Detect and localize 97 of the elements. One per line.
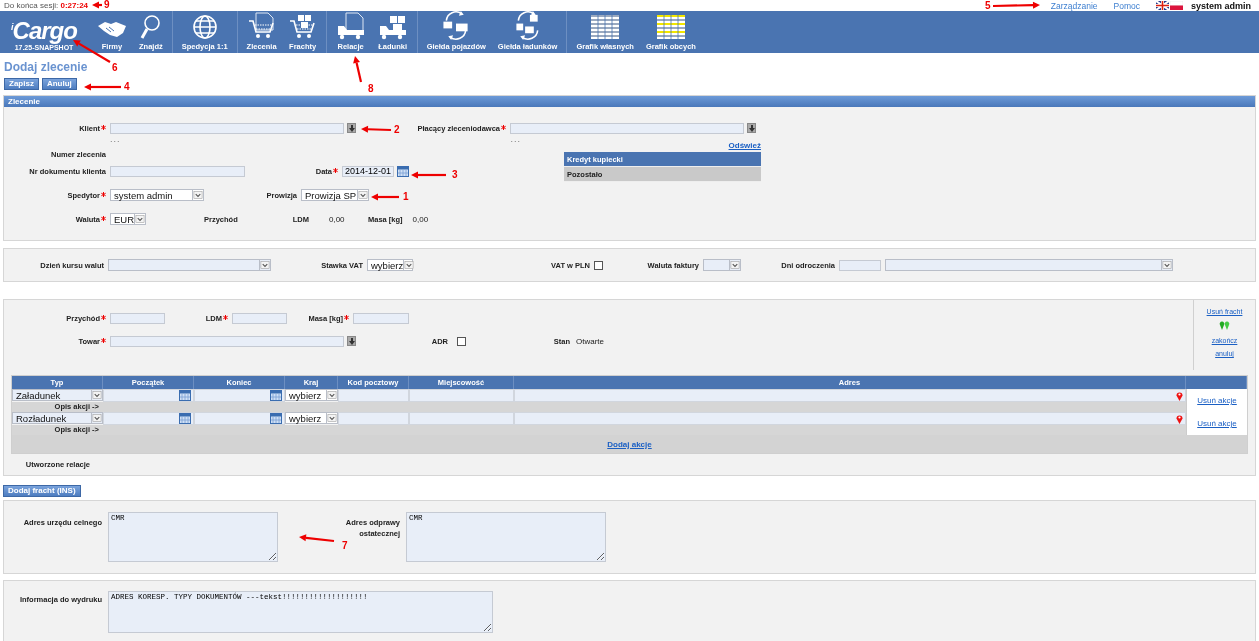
select-field[interactable]: [108, 259, 271, 271]
lookup-button[interactable]: [347, 336, 356, 346]
select-field[interactable]: Prowizja SP: [301, 189, 369, 201]
annotation-arrow: [299, 534, 335, 543]
type-select[interactable]: Załadunek: [12, 389, 103, 401]
mass-field[interactable]: [353, 312, 409, 324]
session-timer: Do końca sesji: 0:27:24: [4, 1, 89, 10]
dropdown-arrow-icon: [259, 260, 270, 270]
schedule-grid-icon: [590, 14, 621, 40]
annotation-number: 6: [112, 62, 118, 73]
address-field[interactable]: [514, 412, 1186, 425]
annotation-number: 7: [342, 540, 348, 551]
cart-icon: [288, 12, 317, 40]
annotation-arrow: [411, 171, 446, 179]
annotation-number: 5: [985, 0, 991, 11]
map-pin-icon[interactable]: [1176, 413, 1183, 424]
annotation-number: 3: [452, 169, 458, 180]
annotation-arrow: [353, 56, 363, 83]
annotation-number: 2: [394, 124, 400, 135]
select-field[interactable]: wybierz: [367, 259, 413, 271]
add-freight-button[interactable]: Dodaj fracht (INS): [3, 485, 81, 497]
dropdown-arrow-icon: [1161, 260, 1172, 270]
city-field[interactable]: [409, 389, 514, 402]
schedule-grid-icon: [655, 14, 686, 40]
cart-icon: [247, 12, 276, 40]
postal-code-field[interactable]: [338, 389, 409, 402]
search-icon: [139, 14, 162, 40]
form-button[interactable]: Zapisz: [4, 78, 39, 90]
postal-code-field[interactable]: [338, 412, 409, 425]
ldm-field[interactable]: [232, 312, 287, 324]
date-field[interactable]: 2014-12-01: [342, 165, 394, 177]
dropdown-arrow-icon: [192, 190, 203, 200]
poland-flag-icon[interactable]: [1169, 1, 1183, 10]
end-date-field[interactable]: [194, 389, 285, 402]
annotation-arrow: [371, 193, 399, 201]
dropdown-arrow-icon: [134, 214, 146, 224]
lookup-button[interactable]: [747, 123, 756, 133]
refresh-link[interactable]: Odśwież: [728, 141, 761, 150]
country-select[interactable]: wybierz: [285, 389, 338, 401]
address-field[interactable]: [514, 389, 1186, 402]
calendar-icon[interactable]: [270, 390, 282, 401]
column-header: [1186, 376, 1247, 389]
truck-icon: [335, 12, 366, 40]
country-select[interactable]: wybierz: [285, 412, 338, 424]
annotation-number: 1: [403, 191, 409, 202]
top-link[interactable]: Pomoc: [1113, 0, 1140, 11]
calendar-icon[interactable]: [179, 413, 191, 424]
status-value: Otwarte: [576, 336, 604, 346]
dropdown-arrow-icon: [91, 413, 102, 423]
calendar-icon[interactable]: [179, 390, 191, 401]
checkbox[interactable]: [594, 260, 603, 270]
panel-header: Zlecenie: [4, 96, 1255, 107]
payer-field[interactable]: [510, 122, 744, 134]
top-link[interactable]: Zarządzanie: [1050, 0, 1098, 11]
start-date-field[interactable]: [103, 389, 194, 402]
hint-text: ...: [510, 134, 522, 144]
annotation-number: 4: [124, 81, 130, 92]
lookup-button[interactable]: [347, 123, 356, 133]
goods-field[interactable]: [110, 335, 344, 347]
city-field[interactable]: [409, 412, 514, 425]
days-field[interactable]: [839, 259, 881, 271]
page-title: Dodaj zlecenie: [4, 60, 88, 74]
select-field[interactable]: EUR: [110, 213, 146, 225]
select-field[interactable]: system admin: [110, 189, 204, 201]
add-action-link[interactable]: Dodaj akcje: [607, 439, 652, 449]
mass-value: 0,00: [412, 214, 429, 224]
action-note-field[interactable]: [103, 402, 1186, 412]
annotation-arrow: [92, 1, 102, 9]
select-field[interactable]: [885, 259, 1173, 271]
end-date-field[interactable]: [194, 412, 285, 425]
annotation-number: 8: [368, 83, 374, 94]
client-field[interactable]: [110, 122, 344, 134]
start-date-field[interactable]: [103, 412, 194, 425]
user-name: system admin: [1190, 0, 1251, 11]
ldm-value: 0,00: [329, 214, 345, 224]
globe-icon: [191, 14, 218, 40]
income-field[interactable]: [110, 312, 165, 324]
annotation-arrow: [361, 125, 392, 133]
dropdown-arrow-icon: [326, 413, 337, 423]
type-select[interactable]: Rozładunek: [12, 412, 103, 424]
map-pin-icon[interactable]: [1219, 321, 1230, 331]
hint-text: ...: [110, 134, 121, 144]
map-pin-icon[interactable]: [1176, 390, 1183, 401]
annotation-arrow: [992, 1, 1040, 9]
client-document-field[interactable]: [110, 165, 245, 177]
dropdown-arrow-icon: [729, 260, 740, 270]
checkbox[interactable]: [457, 336, 466, 346]
dropdown-arrow-icon: [403, 260, 415, 270]
dropdown-arrow-icon: [91, 390, 102, 400]
calendar-icon[interactable]: [270, 413, 282, 424]
dropdown-arrow-icon: [326, 390, 337, 400]
annotation-number: 9: [104, 0, 110, 10]
form-button[interactable]: Anuluj: [41, 78, 77, 90]
dropdown-arrow-icon: [357, 190, 368, 200]
calendar-icon[interactable]: [397, 165, 409, 177]
select-field[interactable]: [703, 259, 741, 271]
annotation-arrow: [84, 83, 121, 91]
